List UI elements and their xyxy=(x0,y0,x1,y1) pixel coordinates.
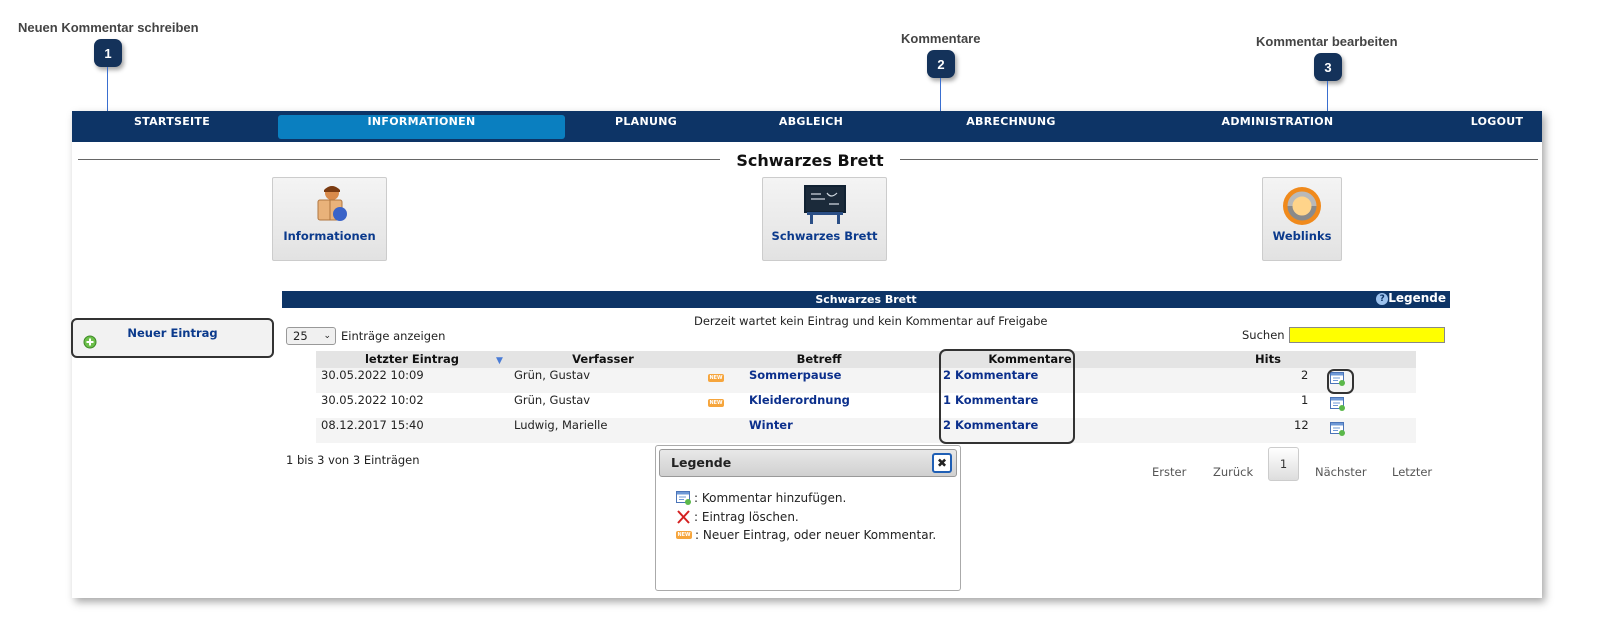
row-author: Grün, Gustav xyxy=(514,393,591,407)
col-header-date[interactable]: letzter Eintrag xyxy=(316,351,508,368)
help-icon: ? xyxy=(1376,292,1389,305)
comment-add-icon[interactable] xyxy=(1330,397,1345,413)
table-info: 1 bis 3 von 3 Einträgen xyxy=(286,453,420,467)
col-header-author[interactable]: Verfasser xyxy=(508,351,698,368)
table-title-bar: Schwarzes Brett ? Legende xyxy=(282,291,1450,308)
row-author: Grün, Gustav xyxy=(514,368,591,382)
nav-informationen[interactable]: INFORMATIONEN xyxy=(278,115,565,139)
nav-planung[interactable]: PLANUNG xyxy=(594,115,698,139)
legend-link-label: Legende xyxy=(1388,291,1446,305)
page-size-value: 25 xyxy=(293,329,308,343)
new-entry-label: Neuer Eintrag xyxy=(127,326,218,340)
edit-comment-highlight xyxy=(1327,369,1354,394)
sort-desc-icon: ▼ xyxy=(496,356,503,366)
main-navbar: STARTSEITE INFORMATIONEN PLANUNG ABGLEIC… xyxy=(72,111,1542,142)
new-tag-icon: NEW xyxy=(708,399,724,407)
tile-schwarzes-brett[interactable]: Schwarzes Brett xyxy=(762,177,887,261)
nav-abrechnung[interactable]: ABRECHNUNG xyxy=(952,115,1070,139)
callout-1-badge: 1 xyxy=(94,39,122,67)
page-size-select[interactable]: 25 ⌄ xyxy=(286,327,336,345)
search-input[interactable] xyxy=(1289,327,1445,343)
row-date: 30.05.2022 10:02 xyxy=(321,393,424,407)
nav-administration[interactable]: ADMINISTRATION xyxy=(1210,115,1345,139)
weblinks-icon xyxy=(1280,184,1324,232)
legend-item-delete-text: : Eintrag löschen. xyxy=(694,510,799,524)
legend-item-delete: : Eintrag löschen. xyxy=(676,510,799,524)
app-window: STARTSEITE INFORMATIONEN PLANUNG ABGLEIC… xyxy=(71,111,1542,598)
row-hits: 12 xyxy=(1294,418,1309,432)
row-subject-link[interactable]: Kleiderordnung xyxy=(749,393,850,418)
status-message: Derzeit wartet kein Eintrag und kein Kom… xyxy=(694,314,1048,328)
tile-informationen[interactable]: Informationen xyxy=(272,177,387,261)
legend-item-new-text: : Neuer Eintrag, oder neuer Kommentar. xyxy=(695,528,937,542)
nav-abgleich[interactable]: ABGLEICH xyxy=(756,115,866,139)
callout-2-badge: 2 xyxy=(927,50,955,78)
pagination-first[interactable]: Erster xyxy=(1152,465,1186,479)
search-label: Suchen xyxy=(1242,328,1285,342)
blackboard-icon xyxy=(803,184,847,230)
table-title: Schwarzes Brett xyxy=(815,293,917,306)
tile-weblinks[interactable]: Weblinks xyxy=(1262,177,1342,261)
col-header-hits-label: Hits xyxy=(1255,352,1281,366)
legend-item-comment-text: : Kommentar hinzufügen. xyxy=(694,491,847,505)
pagination-prev[interactable]: Zurück xyxy=(1213,465,1253,479)
pagination-current[interactable]: 1 xyxy=(1268,447,1299,481)
reader-icon xyxy=(310,184,350,230)
col-header-subject-label: Betreff xyxy=(796,352,842,366)
callout-3-badge: 3 xyxy=(1314,53,1342,81)
table-row: 30.05.2022 10:09 Grün, Gustav NEW Sommer… xyxy=(316,368,1416,393)
row-date: 30.05.2022 10:09 xyxy=(321,368,424,382)
comment-add-icon[interactable] xyxy=(1330,422,1345,438)
callout-1-label: Neuen Kommentar schreiben xyxy=(18,20,199,35)
legend-dialog-titlebar: Legende ✖ xyxy=(659,449,957,477)
legend-link[interactable]: ? Legende xyxy=(1376,291,1446,305)
nav-logout[interactable]: LOGOUT xyxy=(1462,115,1532,139)
new-entry-button[interactable]: Neuer Eintrag xyxy=(71,318,274,358)
legend-item-new: NEW : Neuer Eintrag, oder neuer Kommenta… xyxy=(676,528,936,542)
page-title: Schwarzes Brett xyxy=(720,151,900,170)
delete-icon xyxy=(677,510,690,524)
row-date: 08.12.2017 15:40 xyxy=(321,418,424,432)
callout-3-label: Kommentar bearbeiten xyxy=(1256,34,1398,49)
col-header-date-label: letzter Eintrag xyxy=(364,352,460,366)
col-header-subject[interactable]: Betreff xyxy=(698,351,940,368)
table-row: 30.05.2022 10:02 Grün, Gustav NEW Kleide… xyxy=(316,393,1416,418)
col-header-author-label: Verfasser xyxy=(572,352,634,366)
page-size-label: Einträge anzeigen xyxy=(341,329,446,343)
close-icon[interactable]: ✖ xyxy=(932,453,952,473)
new-tag-icon: NEW xyxy=(676,531,692,539)
callout-2-label: Kommentare xyxy=(901,31,981,46)
tile-weblinks-label: Weblinks xyxy=(1272,229,1332,243)
legend-dialog: Legende ✖ : Kommentar hinzufügen. : Eint… xyxy=(655,445,961,591)
row-hits: 1 xyxy=(1301,393,1309,407)
pagination-next[interactable]: Nächster xyxy=(1315,465,1367,479)
comments-highlight xyxy=(939,349,1075,444)
tile-schwarzes-brett-label: Schwarzes Brett xyxy=(771,229,878,243)
tile-informationen-label: Informationen xyxy=(283,229,376,243)
row-author: Ludwig, Marielle xyxy=(514,418,608,432)
row-subject-link[interactable]: Sommerpause xyxy=(749,368,841,393)
pagination-last[interactable]: Letzter xyxy=(1392,465,1432,479)
row-subject-link[interactable]: Winter xyxy=(749,418,793,443)
col-header-hits[interactable]: Hits xyxy=(1120,351,1416,368)
table-row: 08.12.2017 15:40 Ludwig, Marielle Winter… xyxy=(316,418,1416,443)
chevron-down-icon: ⌄ xyxy=(323,331,331,341)
legend-dialog-title: Legende xyxy=(671,455,732,470)
legend-item-comment: : Kommentar hinzufügen. xyxy=(676,491,846,505)
comment-add-icon xyxy=(676,491,691,505)
new-tag-icon: NEW xyxy=(708,374,724,382)
row-hits: 2 xyxy=(1301,368,1309,382)
nav-startseite[interactable]: STARTSEITE xyxy=(112,115,232,139)
